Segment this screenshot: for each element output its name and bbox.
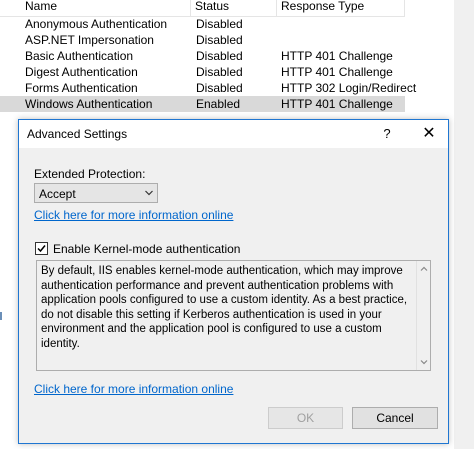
kernel-mode-label[interactable]: Enable Kernel-mode authentication (53, 242, 240, 256)
list-item[interactable]: Digest Authentication Disabled HTTP 401 … (0, 64, 405, 80)
auth-status: Disabled (196, 33, 243, 47)
auth-status: Disabled (196, 17, 243, 31)
extended-protection-label: Extended Protection: (34, 167, 146, 181)
scroll-up-arrow-icon[interactable] (420, 265, 428, 273)
auth-status: Disabled (196, 65, 243, 79)
auth-response-type: HTTP 401 Challenge (281, 49, 393, 63)
auth-response-type: HTTP 302 Login/Redirect (281, 81, 417, 95)
auth-name: Basic Authentication (25, 49, 134, 63)
column-header-status[interactable]: Status (191, 0, 277, 16)
column-header-name[interactable]: Name (21, 0, 191, 16)
scroll-down-arrow-icon[interactable] (420, 358, 428, 366)
advanced-settings-dialog: Advanced Settings ? ✕ Extended Protectio… (18, 119, 449, 444)
list-header: Name Status Response Type (0, 0, 405, 17)
description-text: By default, IIS enables kernel-mode auth… (41, 265, 408, 350)
authentication-list: Name Status Response Type Anonymous Auth… (0, 0, 474, 125)
auth-status: Disabled (196, 81, 243, 95)
auth-response-type: HTTP 401 Challenge (281, 97, 393, 111)
auth-name: Forms Authentication (25, 81, 138, 95)
list-item[interactable]: Forms Authentication Disabled HTTP 302 L… (0, 80, 416, 96)
close-icon: ✕ (422, 125, 436, 142)
vertical-scrollbar[interactable] (416, 261, 430, 370)
auth-name: Windows Authentication (25, 97, 153, 111)
kernel-mode-checkbox[interactable] (35, 242, 48, 255)
column-header-response-type[interactable]: Response Type (277, 0, 405, 16)
list-item[interactable]: ASP.NET Impersonation Disabled (0, 32, 405, 48)
dropdown-selected-value: Accept (39, 187, 76, 201)
auth-name: Anonymous Authentication (25, 17, 168, 31)
auth-name: ASP.NET Impersonation (25, 33, 154, 47)
close-button[interactable]: ✕ (419, 124, 439, 144)
help-button[interactable]: ? (379, 125, 395, 143)
list-item[interactable]: Anonymous Authentication Disabled (0, 16, 405, 32)
extended-protection-dropdown[interactable]: Accept (34, 183, 158, 203)
list-item[interactable]: Basic Authentication Disabled HTTP 401 C… (0, 48, 405, 64)
auth-status: Enabled (196, 97, 241, 111)
dialog-titlebar[interactable]: Advanced Settings ? ✕ (19, 120, 448, 148)
window-edge-marker (0, 312, 2, 320)
chevron-down-icon (145, 190, 153, 196)
list-item-selected[interactable]: Windows Authentication Enabled HTTP 401 … (0, 96, 405, 112)
dialog-title: Advanced Settings (27, 127, 128, 141)
checkmark-icon (37, 245, 46, 253)
more-info-link[interactable]: Click here for more information online (34, 208, 233, 222)
more-info-link[interactable]: Click here for more information online (34, 382, 233, 396)
description-textbox[interactable]: By default, IIS enables kernel-mode auth… (36, 260, 431, 371)
background-panel-edge (454, 0, 474, 449)
auth-response-type: HTTP 401 Challenge (281, 65, 393, 79)
cancel-button[interactable]: Cancel (352, 407, 438, 429)
auth-name: Digest Authentication (25, 65, 138, 79)
auth-status: Disabled (196, 49, 243, 63)
ok-button[interactable]: OK (268, 407, 343, 429)
